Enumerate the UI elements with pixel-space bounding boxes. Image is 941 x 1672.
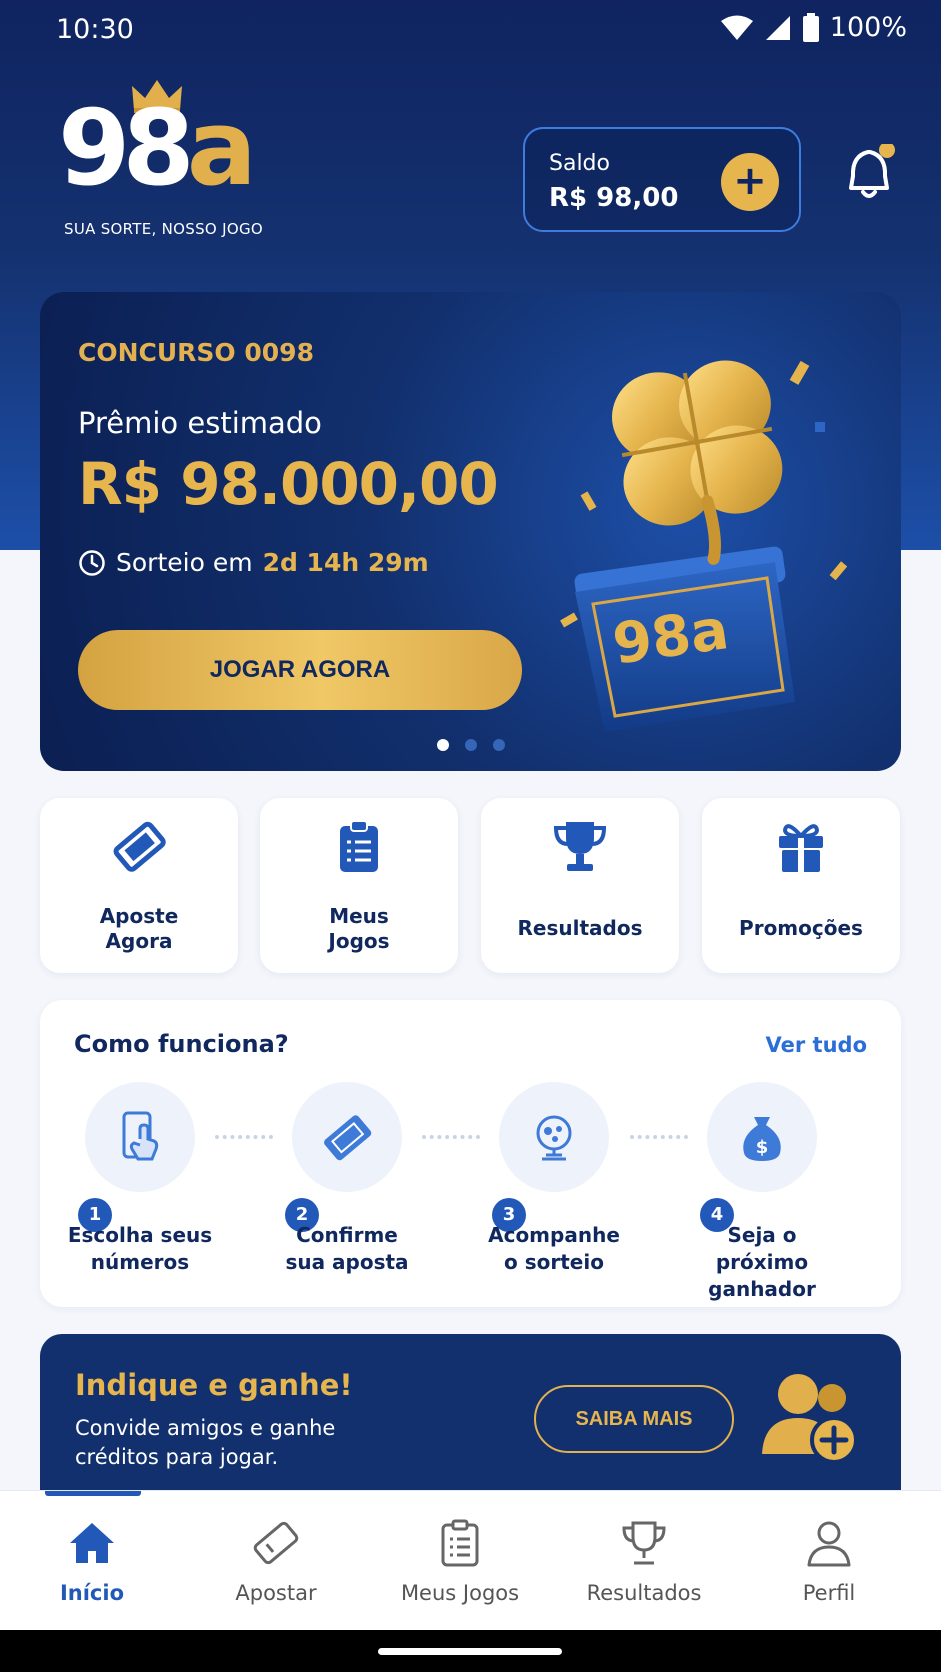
see-all-link[interactable]: Ver tudo [766,1033,867,1057]
step-1: 1 Escolha seus números [40,1082,240,1282]
draw-prefix: Sorteio em [116,548,253,577]
battery-percent: 100% [829,12,907,43]
app-logo: 98a SUA SORTE, NOSSO JOGO [58,78,278,238]
golden-clover-box-illustration: 98a [560,360,848,732]
step-label: Escolha seus números [67,1223,213,1274]
concurso-number: CONCURSO 0098 [78,338,314,367]
add-balance-button[interactable]: + [721,153,779,211]
step-label: Confirme sua aposta [285,1223,409,1274]
play-now-button[interactable]: JOGAR AGORA [78,630,522,710]
lottery-globe-icon [536,1115,572,1161]
nav-item-meus-jogos[interactable]: Meus Jogos [366,1491,554,1631]
system-navigation-bar [0,1630,941,1672]
battery-icon [802,12,819,42]
draw-countdown: Sorteio em 2d 14h 29m [78,548,429,577]
nav-label: Apostar [235,1581,317,1605]
quick-action-resultados[interactable]: Resultados [481,798,679,973]
step-4: $ 4 Seja o próximo ganhador [662,1082,862,1301]
user-icon [807,1521,851,1567]
clock-icon [79,549,105,576]
carousel-dot[interactable] [464,739,477,751]
step-icon-circle [499,1082,609,1192]
home-icon [70,1523,114,1563]
draw-time: 2d 14h 29m [262,548,429,577]
wifi-icon [720,15,753,40]
nav-label: Início [59,1581,125,1605]
step-icon-circle [292,1082,402,1192]
carousel-dots [40,739,901,751]
bell-icon [849,142,895,198]
quick-action-promocoes[interactable]: Promoções [702,798,900,973]
status-icons: 100% [720,12,907,43]
money-bag-icon: $ [743,1117,781,1161]
clipboard-icon [441,1519,479,1567]
step-icon-circle: $ [707,1082,817,1192]
quick-action-label: Promoções [739,916,863,940]
concurso-banner[interactable]: CONCURSO 0098 Prêmio estimado R$ 98.000,… [40,292,901,771]
quick-action-label: Aposte Agora [99,904,179,953]
balance-label: Saldo [549,151,610,176]
nav-item-perfil[interactable]: Perfil [735,1491,923,1631]
phone-tap-icon [122,1111,159,1161]
prize-value: R$ 98.000,00 [78,450,499,518]
ticket-icon [253,1521,299,1565]
how-it-works-card: Como funciona? Ver tudo 1 Escolha seus n… [40,1000,901,1307]
learn-more-button[interactable]: SAIBA MAIS [534,1385,734,1453]
quick-action-label: Meus Jogos [328,904,390,953]
balance-card[interactable]: Saldo R$ 98,00 + [523,127,801,232]
how-it-works-title: Como funciona? [74,1030,289,1058]
step-label: Acompanhe o sorteio [488,1223,620,1274]
step-2: 2 Confirme sua aposta [247,1082,447,1282]
nav-item-resultados[interactable]: Resultados [550,1491,738,1631]
step-icon-circle [85,1082,195,1192]
carousel-dot[interactable] [492,739,505,751]
status-bar: 10:30 100% [0,0,941,60]
carousel-dot[interactable] [436,739,449,751]
step-3: 3 Acompanhe o sorteio [454,1082,654,1282]
status-time: 10:30 [56,14,134,45]
gift-icon [779,824,823,872]
balance-value: R$ 98,00 [549,183,679,213]
ticket-icon [324,1115,372,1161]
logo-wordmark: 98a [58,87,257,209]
nav-label: Resultados [586,1581,702,1605]
step-label: Seja o próximo ganhador [708,1223,816,1301]
quick-action-aposte-agora[interactable]: Aposte Agora [40,798,238,973]
referral-description: Convide amigos e ganhe créditos para jog… [75,1416,336,1469]
trophy-icon [622,1521,666,1565]
ticket-icon [113,821,166,872]
bottom-navigation: Início Apostar Meus Jogos Resultados Per… [0,1490,941,1630]
add-friends-icon [762,1374,858,1464]
clipboard-icon [340,820,378,872]
logo-tagline: SUA SORTE, NOSSO JOGO [64,220,263,238]
nav-item-inicio[interactable]: Início [0,1491,186,1631]
svg-text:$: $ [756,1137,769,1158]
referral-banner[interactable]: Indique e ganhe! Convide amigos e ganhe … [40,1334,901,1504]
nav-item-apostar[interactable]: Apostar [182,1491,370,1631]
home-screen: 10:30 100% 98a SUA SORTE, NOSSO JOGO Sal… [0,0,941,1672]
nav-label: Perfil [802,1581,856,1605]
nav-label: Meus Jogos [400,1581,520,1605]
quick-action-meus-jogos[interactable]: Meus Jogos [260,798,458,973]
trophy-icon [553,822,607,871]
home-gesture-handle[interactable] [378,1648,562,1655]
referral-title: Indique e ganhe! [75,1368,353,1402]
prize-label: Prêmio estimado [78,406,322,440]
notifications-button[interactable] [846,142,896,204]
quick-action-label: Resultados [517,916,643,940]
signal-icon [765,15,790,40]
